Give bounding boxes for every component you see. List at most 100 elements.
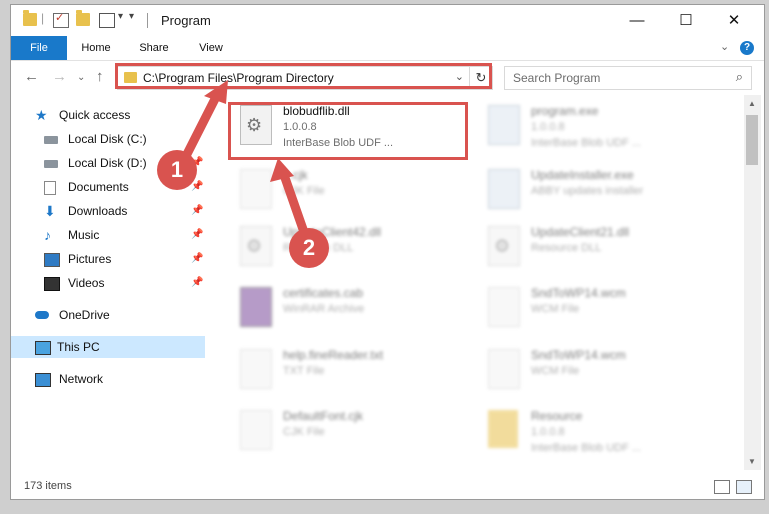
sidebar-item-local-disk-c[interactable]: Local Disk (C:) [44, 128, 205, 150]
file-item[interactable]: UpdateInstaller.exe ABBY updates install… [478, 165, 718, 215]
folder-icon [488, 410, 518, 448]
recent-locations-icon[interactable]: ⌄ [77, 72, 85, 83]
file-item[interactable]: help.fineReader.txt TXT File [230, 345, 470, 395]
pin-icon[interactable]: 📌 [191, 200, 203, 222]
search-icon: ⌕ [735, 69, 743, 84]
search-input[interactable]: Search Program ⌕ [504, 66, 752, 90]
document-icon [240, 410, 272, 450]
sidebar-item-label: Quick access [59, 108, 131, 122]
step-2-badge: 2 [289, 228, 329, 268]
document-icon [240, 169, 272, 209]
exe-icon [488, 169, 520, 209]
properties-icon[interactable] [53, 11, 69, 28]
sidebar-item-label: Music [68, 228, 100, 242]
tab-file[interactable]: File [11, 36, 67, 60]
qa-separator: | [41, 11, 45, 25]
sidebar-item-pictures[interactable]: Pictures 📌 [44, 248, 205, 270]
tab-view[interactable]: View [188, 36, 234, 60]
up-arrow-icon[interactable]: ↑ [96, 68, 104, 85]
file-meta: CJK File [283, 185, 325, 197]
file-name: ...cjk [283, 168, 308, 182]
file-name: Resource [531, 409, 583, 423]
new-folder-icon[interactable] [76, 10, 90, 26]
file-name: certificates.cab [283, 286, 364, 300]
scroll-down-icon[interactable]: ▼ [748, 457, 756, 466]
sidebar-item-label: Local Disk (C:) [68, 132, 147, 146]
minimize-button[interactable]: — [614, 5, 660, 36]
pictures-icon [44, 253, 60, 267]
file-item[interactable]: program.exe 1.0.0.8 InterBase Blob UDF .… [478, 101, 718, 151]
file-item[interactable]: ...cjk CJK File [230, 165, 470, 215]
ribbon: File Home Share View ⌄ ? [11, 36, 764, 61]
sidebar-item-label: OneDrive [59, 308, 110, 322]
pin-icon[interactable]: 📌 [191, 224, 203, 246]
title-separator [147, 13, 148, 28]
back-arrow-icon[interactable]: ← [24, 68, 39, 85]
tab-share[interactable]: Share [131, 36, 177, 60]
file-item[interactable]: UpdateClient42.dll Resource DLL [230, 222, 470, 272]
tab-home[interactable]: Home [73, 36, 119, 60]
sidebar-item-label: Downloads [68, 204, 128, 218]
forward-arrow-icon[interactable]: → [52, 68, 67, 85]
address-bar-highlight [115, 63, 492, 89]
file-item[interactable]: UpdateClient21.dll Resource DLL [478, 222, 718, 272]
dll-gear-icon [240, 226, 272, 266]
file-meta: CJK File [283, 426, 325, 438]
large-icons-view-icon[interactable] [736, 480, 752, 494]
document-icon [488, 287, 520, 327]
window-title: Program [161, 13, 211, 28]
onedrive-icon [35, 311, 49, 319]
customize-toolbar-icon[interactable]: ▾ [129, 11, 134, 22]
close-button[interactable]: ✕ [711, 5, 757, 36]
file-meta: WinRAR Archive [283, 303, 365, 315]
title-bar: | ▾ ▾ Program — ☐ ✕ [11, 5, 764, 36]
search-placeholder: Search Program [513, 71, 601, 85]
step-1-badge: 1 [157, 150, 197, 190]
sidebar-item-this-pc[interactable]: This PC [11, 336, 205, 358]
scrollbar-thumb[interactable] [746, 115, 758, 165]
file-name: UpdateInstaller.exe [531, 168, 634, 182]
document-icon [488, 349, 520, 389]
sidebar-item-downloads[interactable]: ⬇ Downloads 📌 [44, 200, 205, 222]
file-highlight [228, 102, 468, 160]
file-meta: WCM File [531, 303, 580, 315]
file-meta: InterBase Blob UDF ... [531, 442, 642, 454]
file-name: program.exe [531, 104, 599, 118]
scroll-up-icon[interactable]: ▲ [748, 99, 756, 108]
pin-icon[interactable]: 📌 [191, 272, 203, 294]
sidebar-item-label: Local Disk (D:) [68, 156, 147, 170]
dll-gear-icon [488, 226, 520, 266]
file-meta: TXT File [283, 365, 325, 377]
file-meta: 1.0.0.8 [531, 426, 565, 438]
sidebar-item-network[interactable]: Network [35, 368, 205, 390]
expand-ribbon-icon[interactable]: ⌄ [720, 40, 729, 53]
sidebar-item-quick-access[interactable]: ★ Quick access [35, 104, 205, 126]
document-icon [240, 349, 272, 389]
star-icon: ★ [35, 107, 48, 123]
help-icon[interactable]: ? [740, 41, 754, 55]
sidebar-item-videos[interactable]: Videos 📌 [44, 272, 205, 294]
chevron-down-icon[interactable]: ▾ [118, 11, 123, 22]
downloads-icon: ⬇ [44, 203, 56, 219]
music-icon: ♪ [44, 227, 51, 243]
sidebar-item-onedrive[interactable]: OneDrive [35, 304, 205, 326]
file-item[interactable]: Resource 1.0.0.8 InterBase Blob UDF ... [478, 406, 718, 456]
file-item[interactable]: DefaultFont.cjk CJK File [230, 406, 470, 456]
vertical-scrollbar[interactable]: ▲ ▼ [744, 95, 761, 470]
network-icon [35, 373, 51, 387]
details-view-icon[interactable] [714, 480, 730, 494]
disk-icon [44, 160, 58, 168]
sidebar-item-label: Videos [68, 276, 105, 290]
file-name: DefaultFont.cjk [283, 409, 364, 423]
file-item[interactable]: SndToWP14.wcm WCM File [478, 283, 718, 333]
sidebar-item-label: Network [59, 372, 104, 386]
sidebar-item-label: Documents [68, 180, 129, 194]
maximize-button[interactable]: ☐ [663, 5, 709, 36]
sidebar-item-music[interactable]: ♪ Music 📌 [44, 224, 205, 246]
file-meta: InterBase Blob UDF ... [531, 137, 642, 149]
file-item[interactable]: certificates.cab WinRAR Archive [230, 283, 470, 333]
view-icon[interactable] [99, 13, 115, 28]
file-item[interactable]: SndToWP14.wcm WCM File [478, 345, 718, 395]
pin-icon[interactable]: 📌 [191, 248, 203, 270]
file-meta: 1.0.0.8 [531, 121, 565, 133]
